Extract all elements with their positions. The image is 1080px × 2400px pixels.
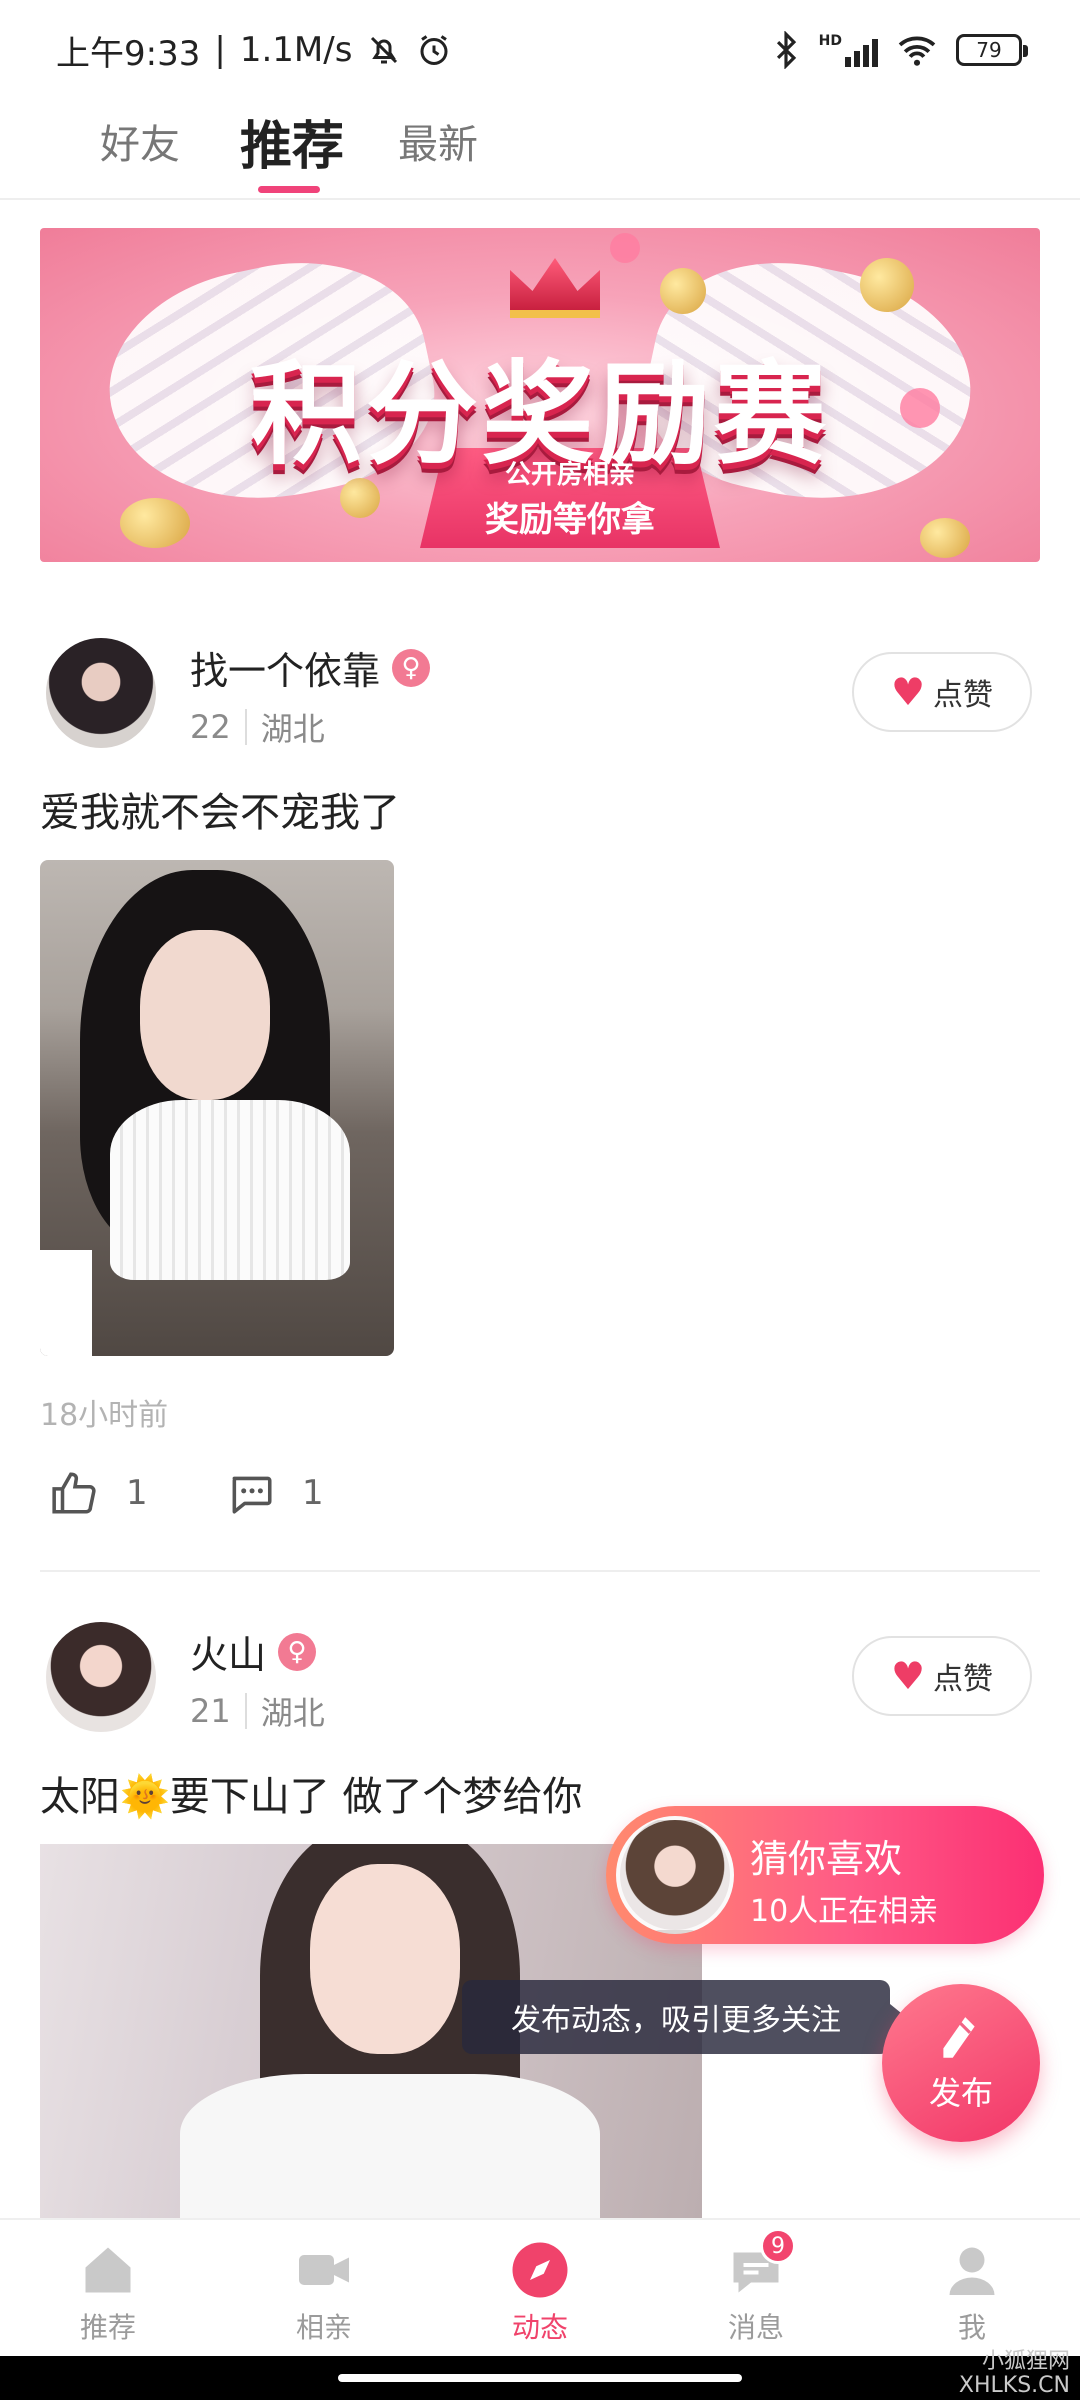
user-age: 22 <box>190 708 231 746</box>
heart-icon: ♥ <box>890 1654 926 1698</box>
post-username[interactable]: 火山 ♀ <box>190 1624 317 1679</box>
status-bar: 上午9:33 | 1.1M/s HD 79 <box>0 0 1080 100</box>
nav-label: 推荐 <box>79 2311 136 2344</box>
post-divider <box>40 1570 1040 1572</box>
status-separator: | <box>214 30 226 70</box>
username-text: 火山 <box>190 1633 267 1677</box>
like-button-label: 点赞 <box>933 1662 994 1697</box>
watermark: 小狐狸网 XHLKS.CN <box>959 2350 1070 2398</box>
user-location: 湖北 <box>260 1694 325 1732</box>
bell-muted-icon <box>371 36 398 64</box>
nav-label: 消息 <box>727 2311 784 2344</box>
photo-shirt <box>180 2074 600 2224</box>
thumbs-up-icon <box>52 1472 96 1514</box>
heart-decoration <box>610 233 640 263</box>
nav-label: 我 <box>957 2311 986 2344</box>
tab-latest[interactable]: 最新 <box>398 112 478 170</box>
publish-tooltip: 发布动态，吸引更多关注 <box>462 1980 906 2054</box>
like-button[interactable]: ♥ 点赞 <box>852 1636 1032 1716</box>
female-icon: ♀ <box>392 648 431 687</box>
watermark-line-1: 小狐狸网 <box>981 2349 1070 2374</box>
photo-face <box>140 930 270 1100</box>
guess-title: 猜你喜欢 <box>750 1837 903 1881</box>
heart-icon: ♥ <box>890 670 926 714</box>
video-icon <box>294 2240 354 2300</box>
like-button[interactable]: ♥ 点赞 <box>852 652 1032 732</box>
user-location: 湖北 <box>260 710 325 748</box>
username-text: 找一个依靠 <box>190 649 381 693</box>
battery-icon: 79 <box>956 34 1028 66</box>
guess-avatar <box>616 1816 734 1934</box>
photo-face <box>310 1864 460 2054</box>
nav-moments[interactable]: 动态 <box>480 2240 600 2346</box>
network-type: HD <box>818 33 842 49</box>
meta-divider <box>244 709 247 745</box>
home-icon <box>78 2240 138 2300</box>
bluetooth-icon <box>776 31 796 69</box>
post-meta: 22 湖北 <box>190 704 325 750</box>
status-speed: 1.1M/s <box>239 30 353 70</box>
guess-subtitle: 10人正在相亲 <box>750 1894 939 1929</box>
crown-icon <box>510 258 600 318</box>
comment-button[interactable]: 1 <box>226 1468 324 1518</box>
alarm-icon <box>420 35 448 65</box>
female-icon: ♀ <box>278 1632 317 1671</box>
coin <box>920 518 970 558</box>
nav-blind-date[interactable]: 相亲 <box>264 2240 384 2346</box>
signal-icon: HD <box>819 33 878 67</box>
coin <box>660 268 706 314</box>
coin <box>860 258 914 312</box>
meta-divider <box>244 1693 247 1729</box>
comment-count: 1 <box>302 1473 324 1513</box>
status-time: 上午9:33 <box>56 33 201 74</box>
like-count: 1 <box>126 1473 148 1513</box>
publish-button[interactable]: 发布 <box>882 1984 1040 2142</box>
compass-icon <box>510 2240 570 2300</box>
publish-label: 发布 <box>928 2074 993 2112</box>
comment-icon <box>232 1476 272 1514</box>
coin <box>120 498 190 548</box>
photo-corner <box>40 1250 92 1356</box>
watermark-line-2: XHLKS.CN <box>958 2373 1070 2398</box>
top-tabs: 好友 推荐 最新 <box>0 100 1080 200</box>
nav-label: 动态 <box>511 2311 568 2344</box>
nav-recommend[interactable]: 推荐 <box>48 2240 168 2346</box>
like-button-label: 点赞 <box>933 678 994 713</box>
tab-indicator <box>258 186 320 193</box>
banner-subtitle-1: 公开房相亲 <box>504 460 635 490</box>
photo-shirt <box>110 1100 350 1280</box>
post-text: 爱我就不会不宠我了 <box>40 790 400 836</box>
user-age: 21 <box>190 1692 231 1730</box>
post-meta: 21 湖北 <box>190 1688 325 1734</box>
avatar[interactable] <box>46 1622 156 1732</box>
nav-label: 相亲 <box>295 2311 352 2344</box>
message-icon: 9 <box>726 2228 796 2300</box>
wifi-icon <box>898 36 936 66</box>
banner-subtitle-2: 奖励等你拿 <box>485 500 655 540</box>
message-badge: 9 <box>760 2228 796 2264</box>
bottom-navigation: 推荐 相亲 动态 9 消息 我 <box>0 2218 1080 2356</box>
home-indicator[interactable] <box>338 2374 742 2382</box>
post-text: 太阳🌞要下山了 做了个梦给你 <box>40 1774 583 1820</box>
nav-messages[interactable]: 9 消息 <box>696 2228 816 2346</box>
post-username[interactable]: 找一个依靠 ♀ <box>190 640 431 695</box>
thumbs-up-button[interactable]: 1 <box>50 1468 148 1518</box>
tab-friends[interactable]: 好友 <box>100 112 180 170</box>
promo-banner[interactable]: 积分奖励赛 公开房相亲 奖励等你拿 <box>40 228 1040 562</box>
battery-level: 79 <box>976 38 1002 62</box>
user-icon <box>942 2240 1002 2300</box>
guess-you-like-card[interactable]: 猜你喜欢 10人正在相亲 <box>606 1806 1044 1944</box>
post-photo[interactable] <box>40 860 394 1356</box>
pen-icon <box>943 2017 975 2058</box>
nav-me[interactable]: 我 <box>912 2240 1032 2346</box>
post-time: 18小时前 <box>40 1398 169 1433</box>
tab-recommend[interactable]: 推荐 <box>240 104 344 179</box>
avatar[interactable] <box>46 638 156 748</box>
